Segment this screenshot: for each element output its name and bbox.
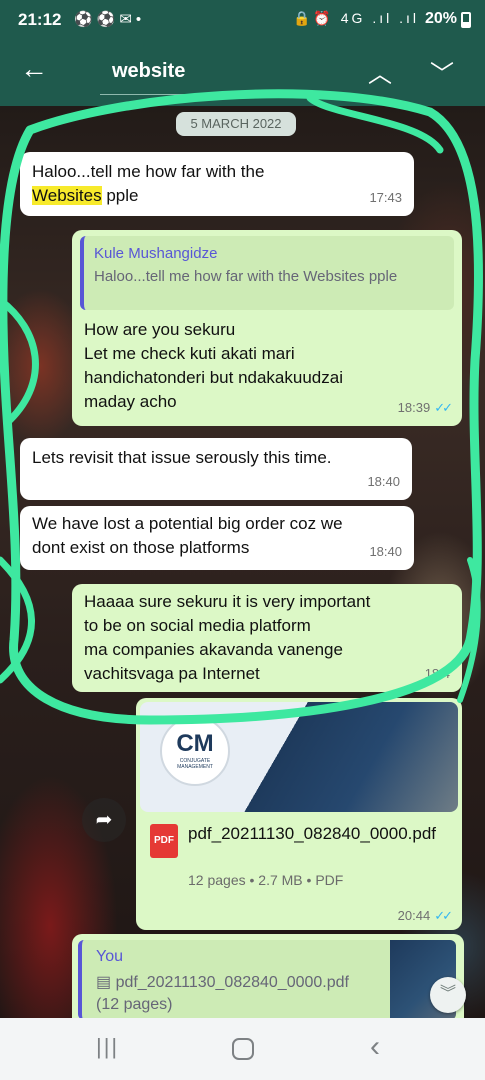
- status-bar: 21:12 ⚽⚽✉• 🔒⏰ 4G .ıl .ıl 20%: [0, 0, 485, 38]
- message-time: 20:44 ✓✓: [397, 908, 453, 923]
- quoted-author: Kule Mushangidze: [94, 245, 218, 262]
- pdf-icon: PDF: [150, 824, 178, 858]
- signal-icons: 🔒⏰ 4G .ıl .ıl: [293, 10, 419, 26]
- double-check-icon: ✓✓: [434, 908, 453, 923]
- search-header: ← website ︿ ﹀: [0, 38, 485, 106]
- chat-area[interactable]: 5 MARCH 2022 Haloo...tell me how far wit…: [0, 106, 485, 1018]
- quoted-text: Haloo...tell me how far with the Website…: [94, 268, 398, 285]
- message-outgoing[interactable]: You ▤ pdf_20211130_082840_0000.pdf (12 p…: [72, 934, 464, 1018]
- message-line: vachitsvaga pa Internet: [84, 664, 260, 683]
- document-info: 12 pages • 2.7 MB • PDF: [188, 872, 344, 888]
- navigation-bar: ||| ‹: [0, 1018, 485, 1080]
- date-chip: 5 MARCH 2022: [176, 112, 296, 136]
- document-preview[interactable]: CM CONJUGATE MANAGEMENT: [140, 702, 458, 812]
- message-incoming[interactable]: Lets revisit that issue serously this ti…: [20, 438, 412, 500]
- arrow-left-icon[interactable]: ←: [20, 54, 48, 84]
- message-line: Haaaa sure sekuru it is very important: [84, 592, 371, 611]
- message-time: 18:39 ✓✓: [397, 400, 453, 415]
- message-incoming[interactable]: We have lost a potential big order coz w…: [20, 506, 414, 570]
- message-time: 18:4: [424, 666, 450, 681]
- message-text: pple: [101, 186, 139, 205]
- double-check-icon: ✓✓: [434, 400, 453, 415]
- search-input[interactable]: website: [112, 60, 185, 83]
- message-line: How are you sekuru: [84, 320, 236, 339]
- back-icon[interactable]: ‹: [370, 1030, 380, 1064]
- document-icon: ▤: [96, 974, 116, 991]
- message-line: ma companies akavanda vanenge: [84, 640, 343, 659]
- battery-percentage: 20%: [424, 10, 457, 27]
- company-logo: CM CONJUGATE MANAGEMENT: [160, 716, 230, 786]
- quoted-file: ▤ pdf_20211130_082840_0000.pdf (12 pages…: [96, 974, 349, 1013]
- recents-icon[interactable]: |||: [96, 1034, 119, 1060]
- message-text: Haloo...tell me how far with the: [32, 162, 265, 181]
- message-time: 18:40: [367, 474, 400, 489]
- forward-icon[interactable]: ➦: [82, 798, 126, 842]
- message-line: Let me check kuti akati mari: [84, 344, 295, 363]
- home-icon[interactable]: [232, 1038, 254, 1060]
- status-time: 21:12: [18, 10, 62, 29]
- search-underline: [100, 94, 346, 95]
- quoted-author: You: [96, 948, 123, 965]
- message-line: to be on social media platform: [84, 616, 311, 635]
- message-time: 18:40: [369, 544, 402, 559]
- message-outgoing[interactable]: Kule Mushangidze Haloo...tell me how far…: [72, 230, 462, 426]
- message-text: Lets revisit that issue serously this ti…: [32, 448, 332, 467]
- message-outgoing[interactable]: Haaaa sure sekuru it is very important t…: [72, 584, 462, 692]
- battery-icon: [461, 12, 471, 28]
- document-message[interactable]: CM CONJUGATE MANAGEMENT PDF pdf_20211130…: [136, 698, 462, 930]
- document-filename[interactable]: pdf_20211130_082840_0000.pdf: [188, 822, 448, 846]
- scroll-down-icon[interactable]: ︾: [430, 977, 466, 1013]
- chevron-down-icon[interactable]: ﹀: [430, 54, 454, 89]
- quoted-message[interactable]: You ▤ pdf_20211130_082840_0000.pdf (12 p…: [78, 940, 456, 1018]
- message-time: 17:43: [369, 190, 402, 205]
- message-line: handichatonderi but ndakakuudzai: [84, 368, 343, 387]
- message-incoming[interactable]: Haloo...tell me how far with the Website…: [20, 152, 414, 216]
- message-line: We have lost a potential big order coz w…: [32, 514, 343, 533]
- message-line: dont exist on those platforms: [32, 538, 250, 557]
- quoted-message[interactable]: Kule Mushangidze Haloo...tell me how far…: [80, 236, 454, 310]
- notification-icons: ⚽⚽✉•: [74, 11, 146, 28]
- chevron-up-icon[interactable]: ︿: [368, 54, 392, 89]
- search-highlight: Websites: [32, 186, 102, 205]
